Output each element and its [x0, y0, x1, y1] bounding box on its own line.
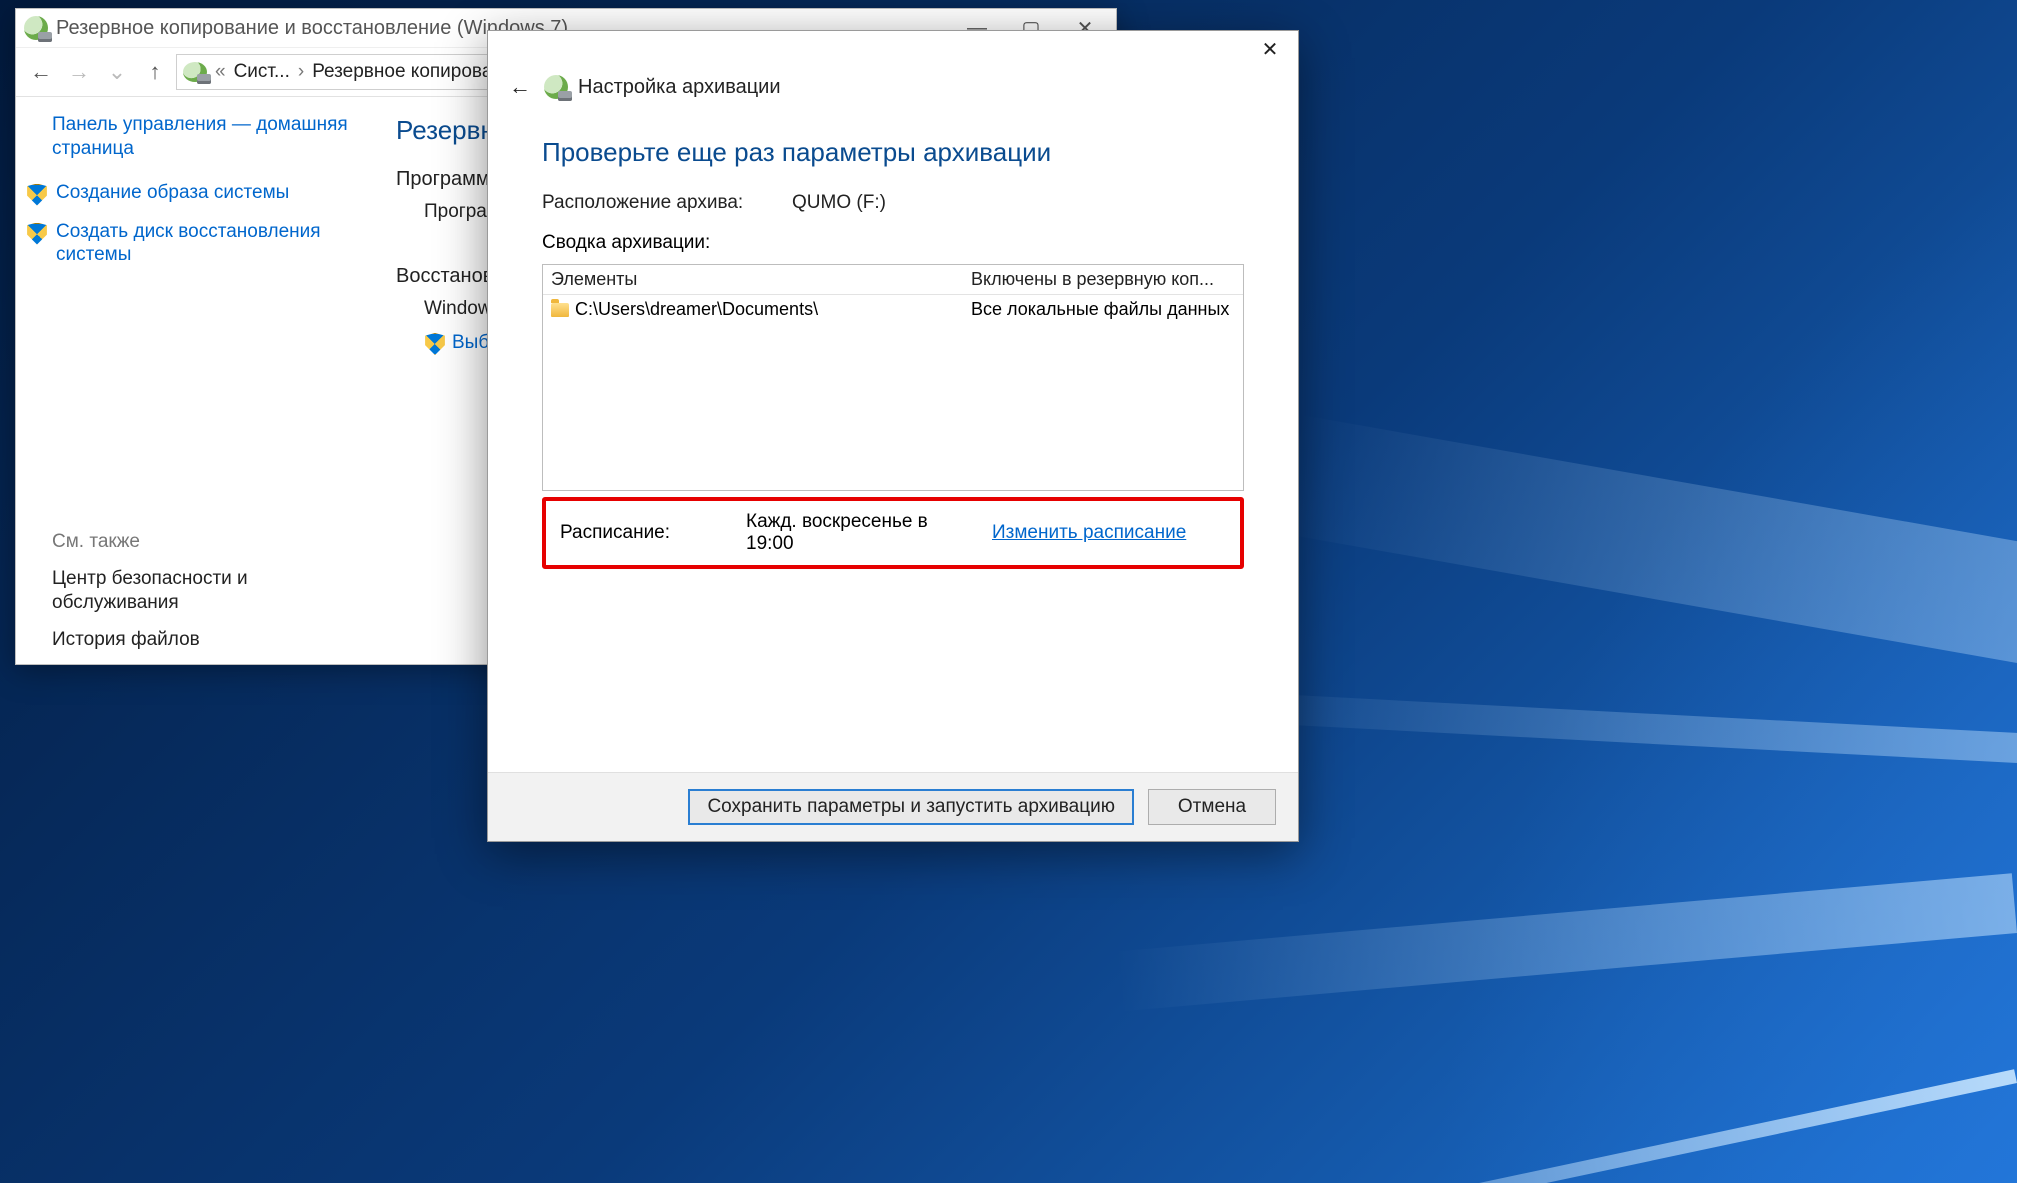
item-scope: Все локальные файлы данных — [971, 299, 1235, 320]
backup-wizard-window: ✕ ← Настройка архивации Проверьте еще ра… — [487, 30, 1299, 842]
create-repair-disc-link[interactable]: Создать диск восстановления системы — [26, 220, 352, 268]
chevron-right-icon: › — [296, 61, 306, 83]
wizard-footer: Сохранить параметры и запустить архиваци… — [488, 772, 1298, 841]
breadcrumb-seg-1[interactable]: Сист... — [234, 61, 290, 83]
nav-up-button[interactable]: ↑ — [138, 55, 172, 89]
create-system-image-label: Создание образа системы — [56, 181, 289, 205]
backup-location-value: QUMO (F:) — [792, 192, 886, 214]
shield-icon — [26, 184, 48, 206]
folder-icon — [551, 303, 569, 317]
nav-back-button[interactable]: ← — [24, 55, 58, 89]
items-header-elements[interactable]: Элементы — [551, 269, 971, 290]
create-repair-disc-label: Создать диск восстановления системы — [56, 220, 352, 268]
nav-recent-dropdown[interactable]: ⌄ — [100, 55, 134, 89]
backup-location-label: Расположение архива: — [542, 192, 792, 214]
shield-icon — [424, 333, 446, 355]
item-path: C:\Users\dreamer\Documents\ — [575, 299, 818, 320]
create-system-image-link[interactable]: Создание образа системы — [26, 181, 352, 206]
items-header-included[interactable]: Включены в резервную коп... — [971, 269, 1235, 290]
security-center-link[interactable]: Центр безопасности и обслуживания — [52, 567, 352, 615]
wizard-header-title: Настройка архивации — [578, 76, 781, 99]
schedule-label: Расписание: — [560, 522, 730, 544]
nav-forward-button[interactable]: → — [62, 55, 96, 89]
wizard-page-title: Проверьте еще раз параметры архивации — [542, 137, 1244, 168]
chevron-left-icon: « — [213, 61, 228, 83]
backup-summary-label: Сводка архивации: — [542, 232, 1244, 254]
control-panel-home-link[interactable]: Панель управления — домашняя страница — [52, 113, 352, 161]
items-header-row: Элементы Включены в резервную коп... — [543, 265, 1243, 295]
wizard-header: ← Настройка архивации — [488, 67, 1298, 119]
schedule-value: Кажд. воскресенье в 19:00 — [746, 511, 976, 555]
change-schedule-link[interactable]: Изменить расписание — [992, 522, 1186, 544]
schedule-row-highlight: Расписание: Кажд. воскресенье в 19:00 Из… — [542, 497, 1244, 569]
backup-restore-icon — [24, 16, 48, 40]
wizard-back-button[interactable]: ← — [506, 73, 534, 101]
file-history-link[interactable]: История файлов — [52, 628, 352, 652]
cancel-button[interactable]: Отмена — [1148, 789, 1276, 825]
shield-icon — [26, 223, 48, 245]
wizard-body: Проверьте еще раз параметры архивации Ра… — [488, 119, 1298, 772]
save-and-run-backup-button[interactable]: Сохранить параметры и запустить архиваци… — [688, 789, 1134, 825]
backup-setup-icon — [544, 75, 568, 99]
items-row[interactable]: C:\Users\dreamer\Documents\ Все локальны… — [543, 295, 1243, 324]
see-also-heading: См. также — [52, 501, 352, 553]
backup-location-row: Расположение архива: QUMO (F:) — [542, 192, 1244, 214]
cp-nav-pane: Панель управления — домашняя страница Со… — [16, 97, 372, 664]
backup-items-list[interactable]: Элементы Включены в резервную коп... C:\… — [542, 264, 1244, 491]
wizard-close-button[interactable]: ✕ — [1248, 34, 1292, 64]
breadcrumb-icon — [183, 62, 207, 82]
